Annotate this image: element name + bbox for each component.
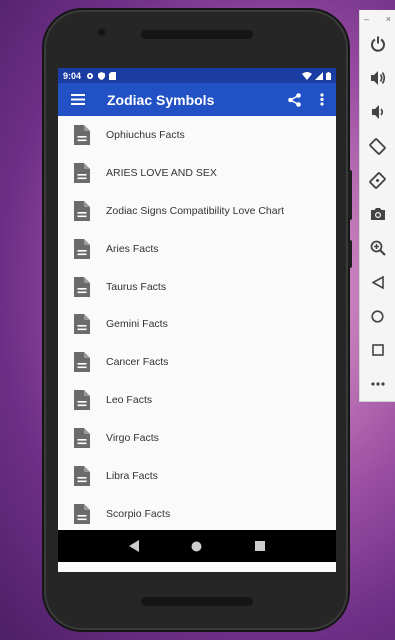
back-button[interactable]	[360, 265, 395, 299]
zoom-button[interactable]	[360, 231, 395, 265]
camera-icon	[370, 208, 385, 220]
list-item-label: Cancer Facts	[106, 356, 169, 369]
list-item[interactable]: Aries Facts	[58, 230, 336, 268]
document-icon	[74, 124, 90, 145]
more-vert-icon	[320, 93, 324, 106]
list-item[interactable]: Scorpio Facts	[58, 495, 336, 533]
volume-up-button[interactable]	[360, 61, 395, 95]
app-screen: 9:04 Zodiac Symbols Ophiuchus Facts ARIE…	[58, 68, 336, 572]
front-camera	[97, 28, 106, 37]
volume-down-button[interactable]	[360, 95, 395, 129]
list-item-label: Libra Facts	[106, 469, 158, 482]
power-button-hw	[348, 170, 352, 220]
emulator-control-panel: – ×	[359, 10, 395, 402]
battery-icon	[326, 71, 331, 80]
volume-up-icon	[370, 71, 385, 85]
document-icon	[74, 503, 90, 524]
document-icon	[74, 276, 90, 297]
status-time: 9:04	[63, 70, 82, 81]
list-item[interactable]: Ophiuchus Facts	[58, 116, 336, 154]
list-item[interactable]: Cancer Facts	[58, 343, 336, 381]
document-icon	[74, 200, 90, 221]
document-icon	[74, 352, 90, 373]
power-icon	[370, 36, 385, 52]
document-icon	[74, 390, 90, 411]
share-icon	[287, 92, 301, 107]
list-item-label: Virgo Facts	[106, 432, 159, 445]
overview-icon	[371, 344, 384, 356]
facts-list: Ophiuchus Facts ARIES LOVE AND SEX Zodia…	[58, 116, 336, 533]
rotate-left-button[interactable]	[360, 129, 395, 163]
overview-button[interactable]	[360, 333, 395, 367]
volume-down-icon	[371, 105, 383, 119]
more-icon	[370, 382, 385, 386]
share-button[interactable]	[280, 83, 308, 116]
list-item[interactable]: Libra Facts	[58, 457, 336, 495]
menu-button[interactable]	[58, 83, 98, 116]
list-item-label: Gemini Facts	[106, 318, 168, 331]
phone-frame: 9:04 Zodiac Symbols Ophiuchus Facts ARIE…	[44, 10, 352, 630]
close-button[interactable]: ×	[386, 14, 391, 24]
document-icon	[74, 465, 90, 486]
top-speaker	[141, 30, 253, 39]
list-item-label: ARIES LOVE AND SEX	[106, 166, 217, 179]
app-toolbar: Zodiac Symbols	[58, 83, 336, 116]
screenshot-button[interactable]	[360, 197, 395, 231]
overflow-menu-button[interactable]	[308, 83, 336, 116]
list-item[interactable]: Zodiac Signs Compatibility Love Chart	[58, 192, 336, 230]
list-item-label: Aries Facts	[106, 242, 159, 255]
list-item-label: Taurus Facts	[106, 280, 167, 293]
rotate-right-button[interactable]	[360, 163, 395, 197]
list-item[interactable]: Taurus Facts	[58, 268, 336, 306]
document-icon	[74, 238, 90, 259]
shield-status-icon	[98, 71, 106, 80]
back-icon	[371, 275, 384, 289]
zoom-icon	[370, 240, 386, 256]
power-button[interactable]	[360, 27, 395, 61]
document-icon	[74, 314, 90, 335]
list-item[interactable]: Virgo Facts	[58, 419, 336, 457]
status-bar: 9:04	[58, 68, 336, 83]
list-item[interactable]: ARIES LOVE AND SEX	[58, 154, 336, 192]
list-item[interactable]: Gemini Facts	[58, 305, 336, 343]
list-item[interactable]: Leo Facts	[58, 381, 336, 419]
nav-back-icon[interactable]	[129, 540, 140, 552]
minimize-button[interactable]: –	[364, 14, 369, 24]
system-nav-bar	[58, 530, 336, 562]
settings-status-icon	[87, 72, 94, 79]
list-item-label: Leo Facts	[106, 394, 153, 407]
home-button[interactable]	[360, 299, 395, 333]
document-icon	[74, 162, 90, 183]
rotate-right-icon	[369, 171, 386, 189]
sd-card-status-icon	[109, 71, 117, 80]
nav-home-icon[interactable]	[191, 541, 202, 552]
rotate-left-icon	[369, 137, 386, 155]
volume-button-hw	[348, 240, 352, 268]
list-item-label: Zodiac Signs Compatibility Love Chart	[106, 204, 284, 217]
hamburger-menu-icon	[71, 94, 85, 105]
home-icon	[371, 309, 384, 323]
list-item-label: Scorpio Facts	[106, 507, 171, 520]
app-title: Zodiac Symbols	[107, 91, 215, 108]
signal-icon	[315, 71, 323, 80]
more-button[interactable]	[360, 367, 395, 401]
list-item-label: Ophiuchus Facts	[106, 128, 185, 141]
document-icon	[74, 428, 90, 449]
nav-recents-icon[interactable]	[254, 541, 265, 551]
bottom-speaker	[141, 597, 253, 606]
wifi-icon	[302, 71, 312, 80]
